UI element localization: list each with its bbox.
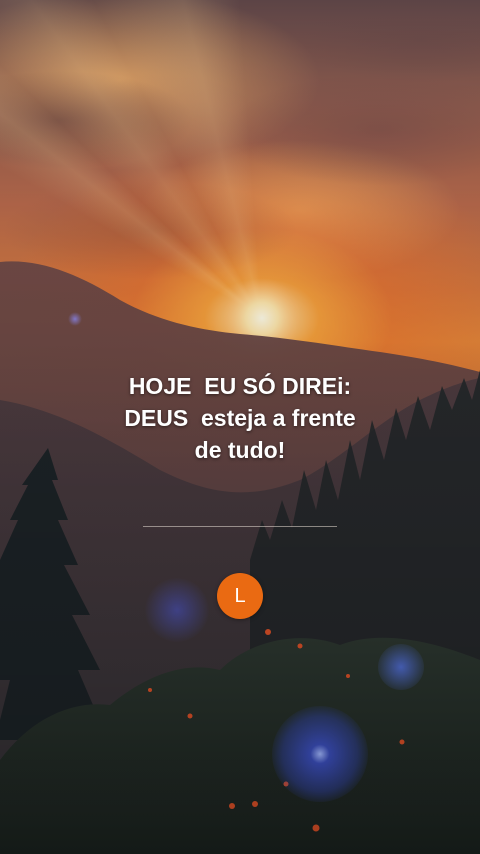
divider bbox=[143, 526, 337, 527]
avatar-initial: L bbox=[234, 585, 246, 607]
quote-line-3: de tudo! bbox=[194, 437, 286, 463]
author-avatar[interactable]: L bbox=[217, 573, 263, 619]
quote-text: HOJE EU SÓ DIREi: DEUS esteja a frente d… bbox=[40, 370, 440, 466]
bokeh-light bbox=[272, 706, 368, 802]
quote-line-1: HOJE EU SÓ DIREi: bbox=[128, 373, 352, 399]
bokeh-light bbox=[68, 312, 82, 326]
bokeh-light bbox=[378, 644, 424, 690]
bokeh-light bbox=[145, 578, 209, 642]
quote-line-2: DEUS esteja a frente bbox=[124, 405, 356, 431]
